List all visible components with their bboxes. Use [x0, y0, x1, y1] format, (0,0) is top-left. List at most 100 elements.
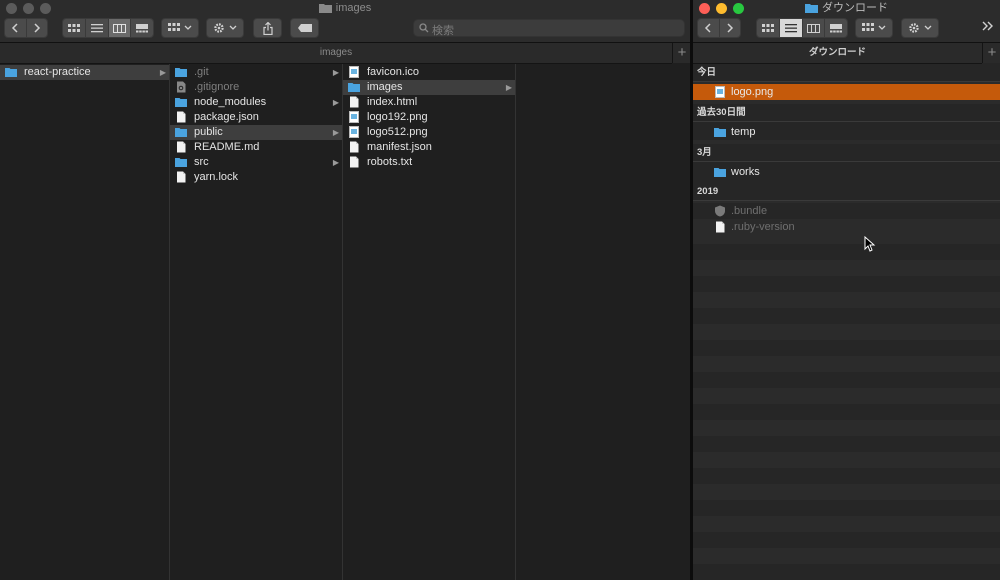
grid-icon	[761, 23, 774, 32]
browser-column: react-practice ▶	[0, 64, 170, 580]
action-menu-button[interactable]	[206, 18, 244, 38]
downloads-folder-icon	[805, 4, 818, 14]
row-stripe	[693, 484, 1000, 500]
row-stripe	[693, 324, 1000, 340]
gallery-view-button[interactable]	[825, 19, 847, 37]
toolbar-overflow-button[interactable]	[981, 20, 997, 36]
search-icon	[419, 23, 429, 33]
list-item[interactable]: logo512.png	[343, 125, 515, 140]
file-icon	[350, 141, 359, 153]
action-menu-button[interactable]	[901, 18, 939, 38]
item-label: yarn.lock	[194, 171, 239, 183]
view-mode-control[interactable]	[62, 18, 154, 38]
image-file-icon	[715, 86, 725, 98]
title-bar[interactable]: ダウンロード	[693, 0, 1000, 16]
item-label: temp	[731, 126, 756, 138]
column-view-button[interactable]	[108, 19, 132, 37]
list-icon	[90, 23, 103, 32]
back-button[interactable]	[5, 19, 27, 37]
finder-window-images: images 検索 images + react-practice ▶ .git ▶.…	[0, 0, 690, 580]
disclosure-arrow-icon: ▶	[332, 158, 339, 167]
window-title: images	[0, 1, 690, 15]
list-item[interactable]: manifest.json	[343, 140, 515, 155]
row-stripe	[693, 356, 1000, 372]
list-item[interactable]: .gitignore	[170, 80, 342, 95]
disclosure-arrow-icon: ▶	[332, 128, 339, 137]
list-item[interactable]: yarn.lock	[170, 170, 342, 185]
group-by-button[interactable]	[161, 18, 199, 38]
list-item[interactable]: logo.png	[693, 84, 1000, 100]
item-label: react-practice	[24, 66, 91, 78]
title-bar[interactable]: images	[0, 0, 690, 16]
columns-icon	[806, 23, 820, 33]
browser-column	[516, 64, 690, 580]
disclosure-arrow-icon: ▶	[332, 98, 339, 107]
forward-button[interactable]	[26, 19, 47, 37]
row-stripe	[693, 452, 1000, 468]
list-item[interactable]: images ▶	[343, 80, 515, 95]
gallery-view-button[interactable]	[131, 19, 153, 37]
list-item[interactable]: works	[693, 164, 1000, 180]
item-label: works	[731, 166, 760, 178]
add-tab-button[interactable]: +	[672, 43, 690, 63]
share-button[interactable]	[253, 18, 282, 38]
grid-icon	[67, 23, 80, 32]
list-item[interactable]: logo192.png	[343, 110, 515, 125]
folder-icon	[175, 68, 187, 77]
list-item[interactable]: public ▶	[170, 125, 342, 140]
columns-icon	[112, 23, 126, 33]
chevron-right-icon	[727, 23, 733, 33]
row-stripe	[693, 516, 1000, 532]
folder-icon	[714, 128, 726, 137]
column-view-button[interactable]	[802, 19, 826, 37]
chevron-right-icon	[34, 23, 40, 33]
tag-button[interactable]	[290, 18, 319, 38]
list-item[interactable]: index.html	[343, 95, 515, 110]
group-heading: 2019	[693, 183, 1000, 201]
gallery-icon	[830, 23, 843, 32]
list-item[interactable]: package.json	[170, 110, 342, 125]
add-tab-button[interactable]: +	[982, 43, 1000, 63]
chevron-left-icon	[12, 23, 18, 33]
disclosure-arrow-icon: ▶	[505, 83, 512, 92]
item-label: src	[194, 156, 209, 168]
list-icon	[784, 23, 797, 32]
file-icon	[716, 221, 725, 233]
list-item[interactable]: robots.txt	[343, 155, 515, 170]
list-item[interactable]: .git ▶	[170, 65, 342, 80]
image-file-icon	[349, 126, 359, 138]
icon-view-button[interactable]	[757, 19, 780, 37]
list-view-button[interactable]	[779, 19, 803, 37]
search-input[interactable]: 検索	[413, 19, 685, 37]
list-item[interactable]: .bundle	[693, 203, 1000, 219]
view-mode-control[interactable]	[756, 18, 848, 38]
gear-file-icon	[177, 81, 186, 93]
toolbar: 検索	[0, 16, 690, 43]
group-by-button[interactable]	[855, 18, 893, 38]
list-item[interactable]: temp	[693, 124, 1000, 140]
back-forward-control[interactable]	[697, 18, 741, 38]
icon-view-button[interactable]	[63, 19, 86, 37]
search-placeholder: 検索	[432, 25, 454, 37]
file-icon	[177, 141, 186, 153]
list-view-button[interactable]	[85, 19, 109, 37]
list-item[interactable]: .ruby-version	[693, 219, 1000, 235]
folder-icon	[175, 128, 187, 137]
path-bar: images	[0, 43, 672, 64]
back-button[interactable]	[698, 19, 720, 37]
chevron-left-icon	[705, 23, 711, 33]
window-divider	[690, 0, 693, 580]
item-label: logo192.png	[367, 111, 428, 123]
file-icon	[350, 156, 359, 168]
list-item[interactable]: src ▶	[170, 155, 342, 170]
list-item[interactable]: README.md	[170, 140, 342, 155]
list-item[interactable]: favicon.ico	[343, 65, 515, 80]
forward-button[interactable]	[719, 19, 740, 37]
window-title: ダウンロード	[693, 1, 1000, 15]
list-item[interactable]: node_modules ▶	[170, 95, 342, 110]
list-item[interactable]: react-practice ▶	[0, 65, 169, 80]
gallery-icon	[136, 23, 149, 32]
back-forward-control[interactable]	[4, 18, 48, 38]
column-header[interactable]: ダウンロード	[693, 43, 982, 64]
item-label: node_modules	[194, 96, 267, 108]
